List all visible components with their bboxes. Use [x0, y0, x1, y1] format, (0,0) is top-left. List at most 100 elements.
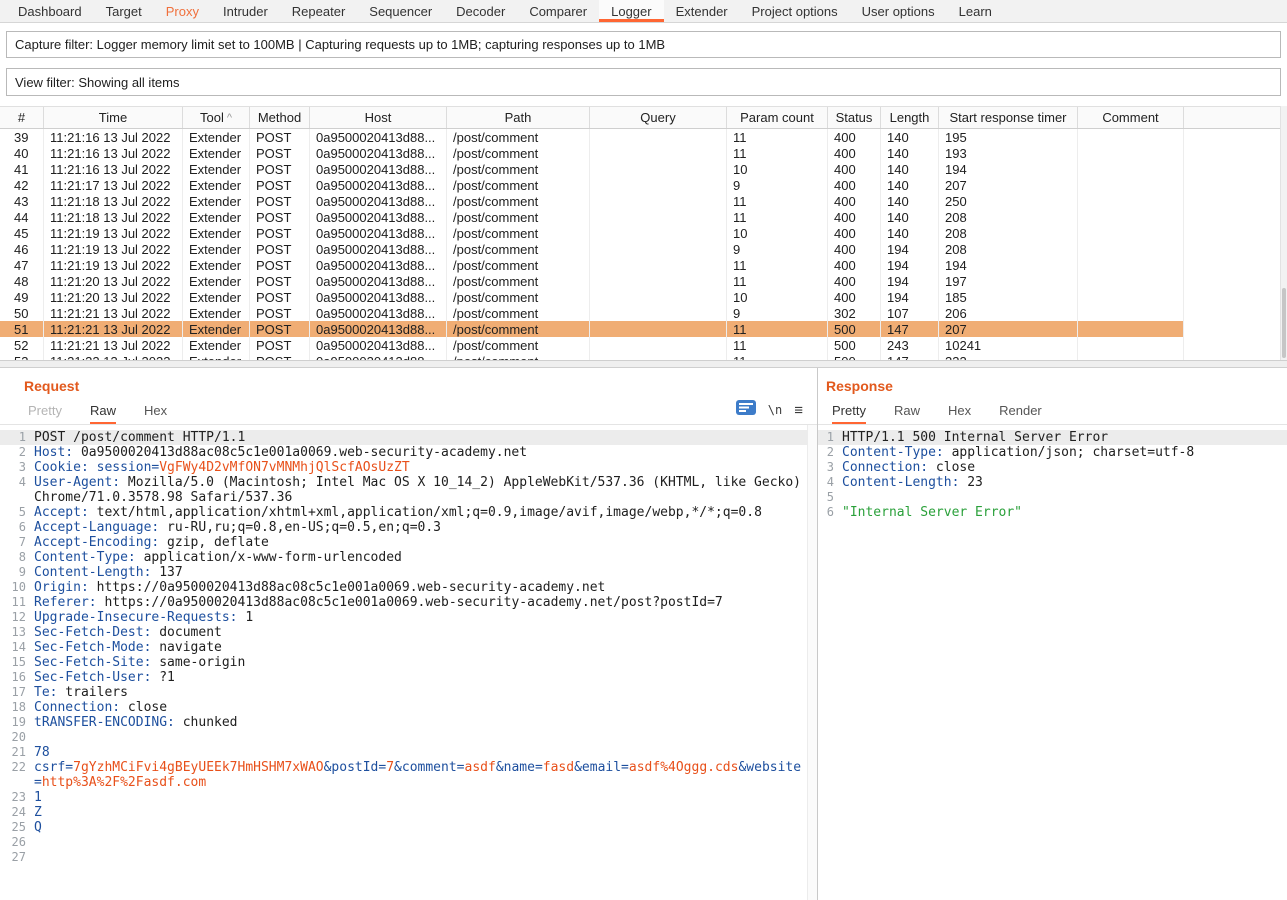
table-row[interactable]: 4811:21:20 13 Jul 2022ExtenderPOST0a9500…: [0, 273, 1184, 289]
table-row[interactable]: 4211:21:17 13 Jul 2022ExtenderPOST0a9500…: [0, 177, 1184, 193]
table-row[interactable]: 5211:21:21 13 Jul 2022ExtenderPOST0a9500…: [0, 337, 1184, 353]
table-row[interactable]: 5111:21:21 13 Jul 2022ExtenderPOST0a9500…: [0, 321, 1184, 337]
table-cell: 11:21:18 13 Jul 2022: [44, 193, 183, 209]
table-cell: 0a9500020413d88...: [310, 209, 447, 225]
table-cell: 193: [939, 145, 1078, 161]
menu-item-target[interactable]: Target: [94, 0, 154, 22]
menu-item-proxy[interactable]: Proxy: [154, 0, 211, 22]
line-text: Sec-Fetch-Dest: document: [32, 625, 807, 640]
editor-line: 26: [0, 835, 807, 850]
menu-item-dashboard[interactable]: Dashboard: [6, 0, 94, 22]
table-cell: 0a9500020413d88...: [310, 289, 447, 305]
table-row[interactable]: 4011:21:16 13 Jul 2022ExtenderPOST0a9500…: [0, 145, 1184, 161]
line-text: POST /post/comment HTTP/1.1: [32, 430, 807, 445]
menu-item-comparer[interactable]: Comparer: [517, 0, 599, 22]
line-text: Content-Type: application/x-www-form-url…: [32, 550, 807, 565]
column-header-time[interactable]: Time: [44, 107, 183, 128]
response-tab-render[interactable]: Render: [999, 396, 1042, 424]
table-cell: 197: [939, 273, 1078, 289]
editor-line: 19tRANSFER-ENCODING: chunked: [0, 715, 807, 730]
menu-item-learn[interactable]: Learn: [947, 0, 1004, 22]
response-panel: Response PrettyRawHexRender 1HTTP/1.1 50…: [818, 368, 1287, 900]
line-text: Connection: close: [840, 460, 1287, 475]
column-header--[interactable]: #: [0, 107, 44, 128]
line-text: HTTP/1.1 500 Internal Server Error: [840, 430, 1287, 445]
table-cell: [590, 225, 727, 241]
column-header-param-count[interactable]: Param count: [727, 107, 828, 128]
table-cell: [590, 305, 727, 321]
column-header-query[interactable]: Query: [590, 107, 727, 128]
request-tab-pretty[interactable]: Pretty: [28, 396, 62, 424]
menu-item-decoder[interactable]: Decoder: [444, 0, 517, 22]
editor-line: 231: [0, 790, 807, 805]
capture-filter-bar[interactable]: Capture filter: Logger memory limit set …: [6, 31, 1281, 58]
request-tab-raw[interactable]: Raw: [90, 396, 116, 424]
table-header: #TimeTool^MethodHostPathQueryParam count…: [0, 106, 1287, 129]
line-text: Referer: https://0a9500020413d88ac08c5c1…: [32, 595, 807, 610]
table-cell: POST: [250, 225, 310, 241]
menu-item-logger[interactable]: Logger: [599, 0, 663, 22]
table-cell: 11:21:16 13 Jul 2022: [44, 129, 183, 145]
table-cell: /post/comment: [447, 225, 590, 241]
table-row[interactable]: 3911:21:16 13 Jul 2022ExtenderPOST0a9500…: [0, 129, 1184, 145]
editor-line: 1POST /post/comment HTTP/1.1: [0, 430, 807, 445]
table-cell: 140: [881, 177, 939, 193]
table-row[interactable]: 4711:21:19 13 Jul 2022ExtenderPOST0a9500…: [0, 257, 1184, 273]
menu-item-user-options[interactable]: User options: [850, 0, 947, 22]
column-header-comment[interactable]: Comment: [1078, 107, 1184, 128]
table-row[interactable]: 5011:21:21 13 Jul 2022ExtenderPOST0a9500…: [0, 305, 1184, 321]
table-cell: /post/comment: [447, 353, 590, 360]
request-editor[interactable]: 1POST /post/comment HTTP/1.12Host: 0a950…: [0, 425, 817, 900]
table-cell: 11:21:18 13 Jul 2022: [44, 209, 183, 225]
table-cell: 400: [828, 193, 881, 209]
line-text: User-Agent: Mozilla/5.0 (Macintosh; Inte…: [32, 475, 807, 505]
soft-wrap-icon[interactable]: [736, 400, 756, 420]
table-scrollbar-thumb[interactable]: [1282, 288, 1286, 358]
menu-item-intruder[interactable]: Intruder: [211, 0, 280, 22]
line-text: "Internal Server Error": [840, 505, 1287, 520]
menu-item-sequencer[interactable]: Sequencer: [357, 0, 444, 22]
table-row[interactable]: 5311:21:22 13 Jul 2022ExtenderPOST0a9500…: [0, 353, 1184, 360]
column-header-length[interactable]: Length: [881, 107, 939, 128]
editor-line: 10Origin: https://0a9500020413d88ac08c5c…: [0, 580, 807, 595]
table-scrollbar[interactable]: [1280, 106, 1287, 360]
table-cell: 400: [828, 225, 881, 241]
table-cell: Extender: [183, 289, 250, 305]
line-text: 1: [32, 790, 807, 805]
table-row[interactable]: 4611:21:19 13 Jul 2022ExtenderPOST0a9500…: [0, 241, 1184, 257]
column-header-status[interactable]: Status: [828, 107, 881, 128]
view-filter-bar[interactable]: View filter: Showing all items: [6, 68, 1281, 96]
column-header-start-response-timer[interactable]: Start response timer: [939, 107, 1078, 128]
line-number: 5: [818, 490, 840, 505]
editor-menu-icon[interactable]: ≡: [794, 402, 803, 419]
table-row[interactable]: 4111:21:16 13 Jul 2022ExtenderPOST0a9500…: [0, 161, 1184, 177]
table-cell: 302: [828, 305, 881, 321]
table-row[interactable]: 4311:21:18 13 Jul 2022ExtenderPOST0a9500…: [0, 193, 1184, 209]
table-cell: 0a9500020413d88...: [310, 337, 447, 353]
line-text: [32, 730, 807, 745]
table-row[interactable]: 4911:21:20 13 Jul 2022ExtenderPOST0a9500…: [0, 289, 1184, 305]
menu-item-extender[interactable]: Extender: [664, 0, 740, 22]
table-cell: POST: [250, 289, 310, 305]
menu-item-project-options[interactable]: Project options: [740, 0, 850, 22]
column-header-host[interactable]: Host: [310, 107, 447, 128]
request-tab-hex[interactable]: Hex: [144, 396, 167, 424]
column-header-tool[interactable]: Tool^: [183, 107, 250, 128]
table-cell: 43: [0, 193, 44, 209]
response-editor[interactable]: 1HTTP/1.1 500 Internal Server Error2Cont…: [818, 425, 1287, 900]
table-row[interactable]: 4411:21:18 13 Jul 2022ExtenderPOST0a9500…: [0, 209, 1184, 225]
column-header-method[interactable]: Method: [250, 107, 310, 128]
line-text: Origin: https://0a9500020413d88ac08c5c1e…: [32, 580, 807, 595]
table-row[interactable]: 4511:21:19 13 Jul 2022ExtenderPOST0a9500…: [0, 225, 1184, 241]
table-cell: 11:21:16 13 Jul 2022: [44, 145, 183, 161]
horizontal-splitter[interactable]: [0, 360, 1287, 368]
line-number: 19: [0, 715, 32, 730]
line-number: 22: [0, 760, 32, 790]
response-tab-pretty[interactable]: Pretty: [832, 396, 866, 424]
table-cell: /post/comment: [447, 337, 590, 353]
column-header-path[interactable]: Path: [447, 107, 590, 128]
response-tab-hex[interactable]: Hex: [948, 396, 971, 424]
response-tab-raw[interactable]: Raw: [894, 396, 920, 424]
newline-toggle-icon[interactable]: \n: [768, 403, 782, 417]
menu-item-repeater[interactable]: Repeater: [280, 0, 357, 22]
